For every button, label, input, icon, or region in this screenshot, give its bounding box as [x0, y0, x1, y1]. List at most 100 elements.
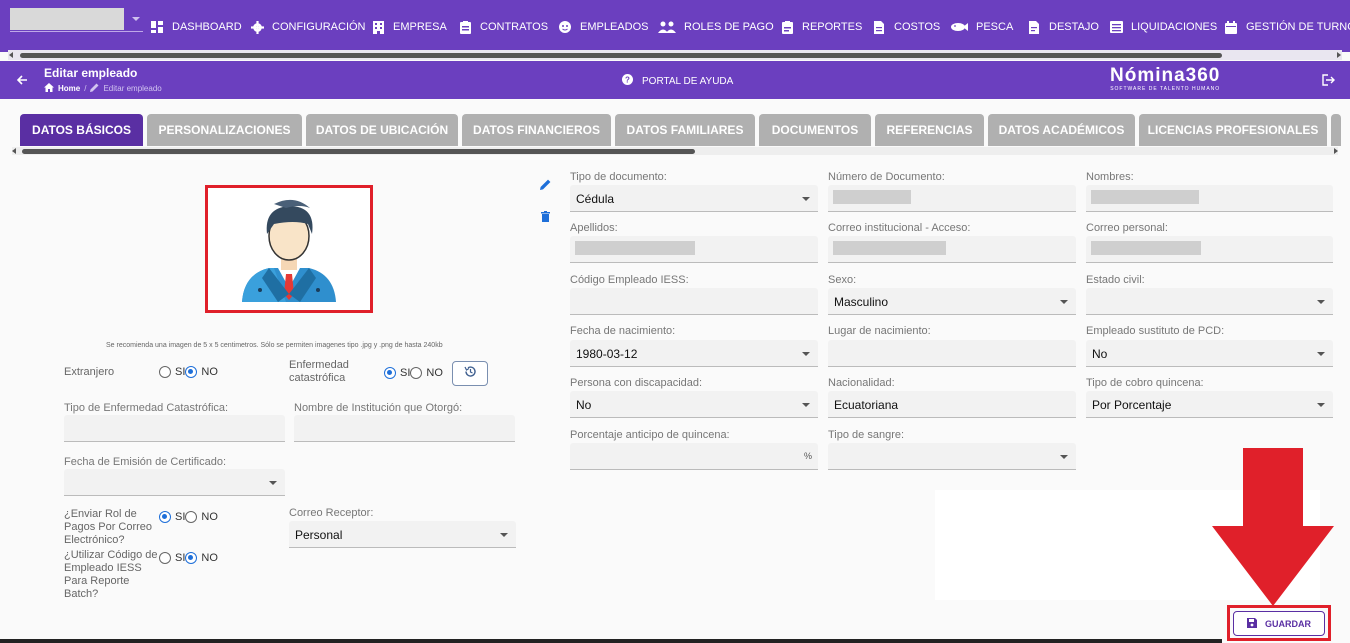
numero-documento-input[interactable]: [828, 185, 1076, 212]
pencil-icon: [90, 83, 99, 94]
cobro-quincena-select[interactable]: Por Porcentaje: [1086, 391, 1333, 418]
nombres-input[interactable]: [1086, 185, 1333, 212]
breadcrumb-home[interactable]: Home: [58, 84, 80, 93]
enfermedad-no-radio[interactable]: [410, 367, 423, 379]
nacionalidad-input[interactable]: Ecuatoriana: [828, 391, 1076, 418]
employee-photo[interactable]: [205, 185, 373, 313]
scroll-left-icon[interactable]: [9, 52, 13, 58]
scrollbar-thumb[interactable]: [20, 53, 1222, 58]
field-value: 1980-03-12: [576, 347, 638, 361]
tab-datos-basicos[interactable]: DATOS BÁSICOS: [20, 114, 143, 146]
chevron-down-icon: [132, 17, 140, 21]
radio-label: NO: [201, 366, 218, 378]
document-icon: [872, 20, 886, 34]
codigo-iess-si-radio[interactable]: [159, 552, 171, 564]
menu-empleados[interactable]: EMPLEADOS: [558, 18, 648, 36]
correo-personal-input[interactable]: [1086, 236, 1333, 263]
menu-configuracion[interactable]: CONFIGURACIÓN: [250, 18, 366, 36]
tab-personalizaciones[interactable]: PERSONALIZACIONES: [147, 114, 302, 146]
estado-civil-select[interactable]: [1086, 288, 1333, 315]
annotation-arrow-icon: [1212, 448, 1334, 611]
delete-icon[interactable]: [541, 209, 550, 227]
sustituto-pcd-select[interactable]: No: [1086, 340, 1333, 367]
extranjero-no-radio[interactable]: [185, 366, 198, 378]
redacted-value: [1091, 241, 1201, 255]
fecha-emision-select[interactable]: [64, 469, 285, 496]
correo-personal-label: Correo personal:: [1086, 222, 1168, 234]
app-logo: Nómina360 SOFTWARE DE TALENTO HUMANO: [1110, 65, 1220, 92]
radio-label: SI: [400, 367, 411, 379]
menu-gestion-de-turnos[interactable]: GESTIÓN DE TURNOS: [1224, 18, 1350, 36]
dashboard-icon: [150, 20, 164, 34]
tab-documentos[interactable]: DOCUMENTOS: [759, 114, 871, 146]
face-icon: [558, 20, 572, 34]
scroll-right-icon[interactable]: [1337, 52, 1341, 58]
correo-receptor-select[interactable]: Personal: [289, 521, 516, 548]
menu-roles-de-pago[interactable]: ROLES DE PAGO: [658, 18, 774, 36]
enfermedad-si-radio[interactable]: [384, 367, 396, 379]
enviar-rol-no-radio[interactable]: [185, 511, 198, 523]
fecha-nacimiento-select[interactable]: 1980-03-12: [570, 340, 818, 367]
history-button[interactable]: [452, 361, 488, 386]
tab-referencias[interactable]: REFERENCIAS: [875, 114, 984, 146]
save-icon: [1247, 617, 1257, 630]
tab-datos-ubicacion[interactable]: DATOS DE UBICACIÓN: [306, 114, 458, 146]
back-arrow-icon[interactable]: [16, 73, 28, 91]
field-value: Personal: [295, 528, 343, 542]
enviar-rol-si-radio[interactable]: [159, 511, 171, 523]
institucion-input[interactable]: [294, 415, 515, 442]
tipo-enfermedad-label: Tipo de Enfermedad Catastrófica:: [64, 402, 229, 414]
label-line: Pagos Por Correo: [64, 521, 153, 533]
home-icon[interactable]: [44, 83, 54, 94]
menu-empresa[interactable]: EMPRESA: [371, 18, 447, 36]
tab-datos-familiares[interactable]: DATOS FAMILIARES: [615, 114, 755, 146]
tabs-scrollbar[interactable]: [12, 147, 1338, 155]
top-navbar: DASHBOARD CONFIGURACIÓN EMPRESA CONTRATO…: [0, 0, 1350, 52]
scroll-right-icon[interactable]: [1334, 148, 1338, 154]
redacted-value: [1091, 190, 1199, 204]
file-icon: [1027, 20, 1041, 34]
edit-icon[interactable]: [540, 177, 551, 195]
institucion-label: Nombre de Institución que Otorgó:: [294, 402, 463, 414]
extranjero-si-radio[interactable]: [159, 366, 171, 378]
tipo-documento-select[interactable]: Cédula: [570, 185, 818, 212]
codigo-iess-input[interactable]: [570, 288, 818, 315]
correo-institucional-input[interactable]: [828, 236, 1076, 263]
apellidos-input[interactable]: [570, 236, 818, 263]
scrollbar-thumb[interactable]: [22, 149, 695, 154]
enfermedad-label: Enfermedad catastrófica: [289, 359, 349, 385]
codigo-iess-radio-group: SI NO: [159, 552, 218, 564]
radio-label: NO: [426, 367, 443, 379]
porcentaje-quincena-input[interactable]: %: [570, 443, 818, 470]
menu-liquidaciones[interactable]: LIQUIDACIONES: [1109, 18, 1217, 36]
menu-scrollbar[interactable]: [8, 50, 1342, 60]
tab-datos-academicos[interactable]: DATOS ACADÉMICOS: [988, 114, 1135, 146]
tab-licencias-profesionales[interactable]: LICENCIAS PROFESIONALES: [1139, 114, 1327, 146]
clipboard-icon: [458, 20, 472, 34]
percent-suffix: %: [803, 451, 812, 461]
gear-icon: [250, 20, 264, 34]
codigo-iess-no-radio[interactable]: [185, 552, 198, 564]
logout-icon[interactable]: [1322, 73, 1335, 91]
scroll-left-icon[interactable]: [12, 148, 16, 154]
breadcrumb: Home / Editar empleado: [44, 83, 162, 94]
tipo-sangre-select[interactable]: [828, 443, 1076, 470]
tipo-enfermedad-input[interactable]: [64, 415, 285, 442]
tab-datos-financieros[interactable]: DATOS FINANCIEROS: [462, 114, 611, 146]
help-portal-link[interactable]: ? PORTAL DE AYUDA: [622, 74, 733, 88]
save-button[interactable]: GUARDAR: [1233, 611, 1325, 636]
chevron-down-icon: [1317, 352, 1325, 356]
menu-contratos[interactable]: CONTRATOS: [458, 18, 548, 36]
menu-destajo[interactable]: DESTAJO: [1027, 18, 1099, 36]
company-select[interactable]: [10, 8, 143, 32]
sexo-select[interactable]: Masculino: [828, 288, 1076, 315]
menu-reportes[interactable]: REPORTES: [780, 18, 862, 36]
tab-overflow[interactable]: [1331, 114, 1341, 146]
lugar-nacimiento-input[interactable]: [828, 340, 1076, 367]
menu-costos[interactable]: COSTOS: [872, 18, 940, 36]
menu-pesca[interactable]: PESCA: [951, 18, 1013, 36]
chevron-down-icon: [1317, 300, 1325, 304]
page-header: Editar empleado Home / Editar empleado ?…: [0, 61, 1350, 99]
discapacidad-select[interactable]: No: [570, 391, 818, 418]
menu-dashboard[interactable]: DASHBOARD: [150, 18, 242, 36]
